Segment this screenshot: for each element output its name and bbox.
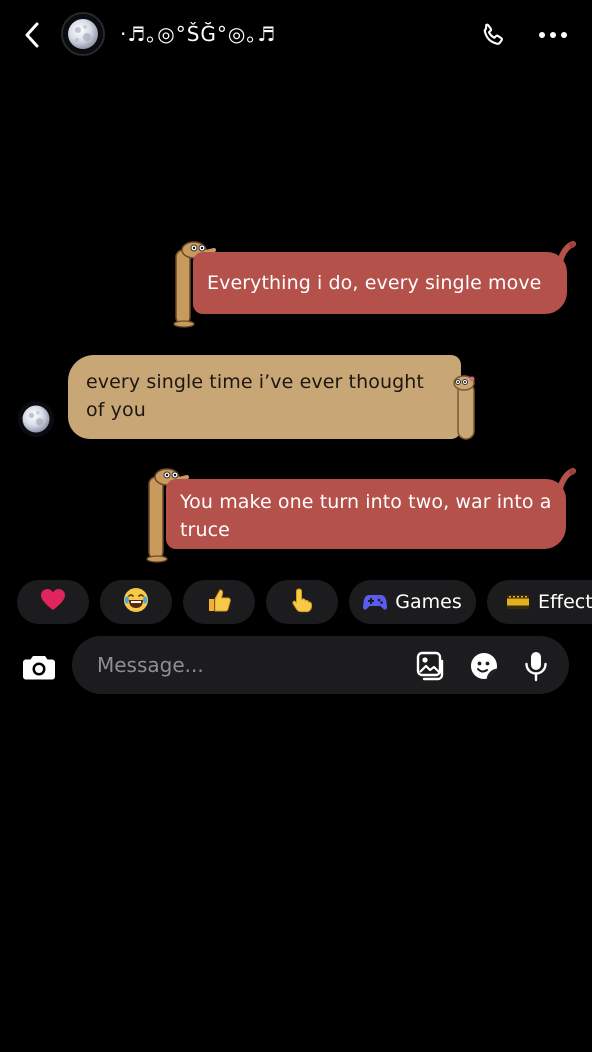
- phone-icon: [483, 23, 503, 45]
- message-input[interactable]: Message...: [97, 651, 204, 679]
- message-text: You make one turn into two, war into a t…: [180, 491, 552, 541]
- gamepad-icon: [363, 595, 388, 610]
- microphone-button[interactable]: [520, 650, 552, 682]
- incoming-message-bubble[interactable]: every single time i’ve ever thought of y…: [68, 355, 461, 439]
- message-row: Everything i do, every single move: [172, 240, 577, 328]
- sender-avatar[interactable]: [18, 401, 54, 437]
- message-text: every single time i’ve ever thought of y…: [86, 371, 424, 421]
- sticker-icon: [471, 653, 497, 679]
- games-label: Games: [395, 591, 462, 613]
- photo-button[interactable]: [415, 650, 447, 682]
- more-options-button[interactable]: [534, 23, 572, 47]
- camera-button[interactable]: [19, 647, 59, 687]
- contact-avatar[interactable]: [61, 12, 105, 56]
- photo-icon: [416, 651, 444, 681]
- dachshund-sticker-icon: [453, 375, 475, 440]
- heart-reaction-chip[interactable]: [17, 580, 89, 624]
- message-row: You make one turn into two, war into a t…: [145, 467, 577, 565]
- contact-name[interactable]: ·♬｡◎°ŠĞ°◎｡♬: [120, 19, 276, 49]
- message-text: Everything i do, every single move: [207, 272, 542, 294]
- games-chip[interactable]: Games: [349, 580, 476, 624]
- effects-label: Effects: [538, 591, 592, 613]
- outgoing-message-bubble[interactable]: Everything i do, every single move: [193, 252, 567, 314]
- microphone-icon: [525, 652, 547, 682]
- pointing-reaction-chip[interactable]: [266, 580, 338, 624]
- message-composer[interactable]: Message...: [72, 636, 569, 694]
- film-icon: [507, 595, 529, 609]
- outgoing-message-bubble[interactable]: You make one turn into two, war into a t…: [166, 479, 566, 549]
- laughing-icon: [123, 587, 149, 618]
- thumbs-up-reaction-chip[interactable]: [183, 580, 255, 624]
- laugh-reaction-chip[interactable]: [100, 580, 172, 624]
- moon-avatar: [63, 14, 103, 54]
- pointing-hand-icon: [289, 587, 315, 618]
- moon-avatar: [18, 401, 54, 437]
- chevron-left-icon: [25, 22, 39, 48]
- message-row: every single time i’ve ever thought of y…: [66, 355, 480, 441]
- call-button[interactable]: [476, 19, 510, 53]
- ellipsis-icon: [539, 32, 567, 38]
- heart-icon: [40, 588, 66, 617]
- effects-chip[interactable]: Effects: [487, 580, 592, 624]
- chat-header: ·♬｡◎°ŠĞ°◎｡♬: [0, 0, 592, 70]
- back-button[interactable]: [18, 20, 46, 50]
- thumbs-up-icon: [206, 587, 232, 618]
- sticker-button[interactable]: [468, 650, 500, 682]
- quick-reaction-bar: Games Effects: [0, 580, 592, 624]
- camera-icon: [23, 656, 55, 680]
